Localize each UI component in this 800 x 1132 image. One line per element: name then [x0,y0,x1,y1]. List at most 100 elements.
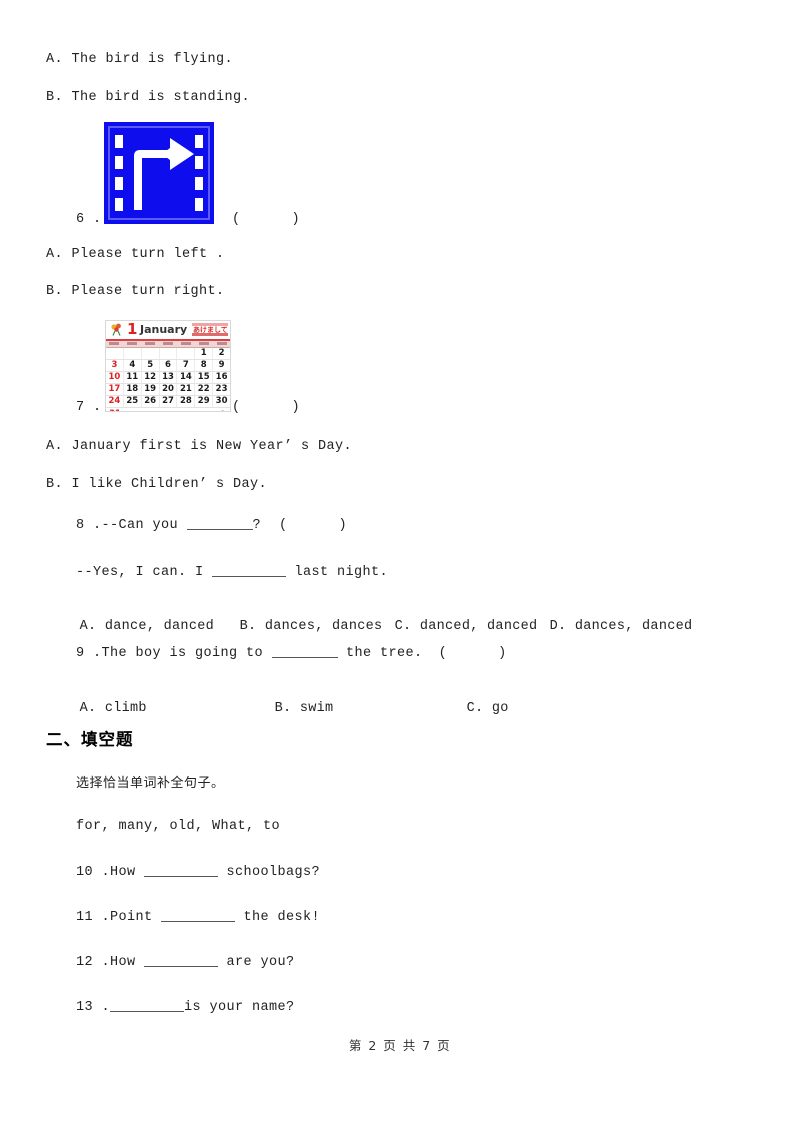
question-9: 9 .The boy is going to the tree. ( ) [76,645,507,661]
option-text: A. January first is New Year’ s Day. [46,439,353,454]
calendar-day: 29 [195,396,214,407]
answer-stem: --Yes, I can. I [76,565,213,580]
answer-blank[interactable] [144,954,219,967]
fill-item-10: 10 .How schoolbags? [76,864,320,880]
calendar-day: 31 [106,408,124,411]
word-bank: for, many, old, What, to [76,819,281,834]
calendar-decoration-icon: あけまして [192,323,228,336]
calendar-month-name: January [140,323,188,336]
choice-d[interactable]: D. dances, danced [550,619,693,634]
calendar-corner-mark: ✎ [218,410,230,412]
answer-blank[interactable] [271,645,338,658]
calendar-day [124,348,142,359]
calendar-day: 23 [215,384,228,394]
fill-item-13: 13 . is your name? [76,999,295,1015]
answer-blank[interactable] [212,564,287,577]
question-stem: --Can you [101,518,187,533]
calendar-day: 5 [142,360,160,371]
fill-stem: How [110,865,145,880]
answer-bracket: ( ) [232,212,301,227]
calendar-day [106,348,124,359]
calendar-day: 1 [195,348,214,359]
question-number: 9 . [76,646,102,661]
answer-bracket: ( ) [279,518,348,533]
svg-text:あけまして: あけまして [193,325,228,334]
calendar-day: 6 [160,360,178,371]
question-stem: The boy is going to [101,646,272,661]
fill-stem-end: are you? [218,955,295,970]
answer-blank[interactable] [110,999,185,1012]
calendar-day: 21 [177,384,196,395]
question-number: 7 . [76,400,102,415]
fill-item-12: 12 .How are you? [76,954,295,970]
calendar-week-row: 10 11 12 13 14 15 16 [106,372,230,384]
calendar-last-row: 31 ✎ [106,408,230,412]
fill-stem-end: is your name? [184,1000,295,1015]
calendar-day: 2 [218,348,225,358]
choice-b[interactable]: B. swim [275,701,467,716]
calendar: 1 January あけまして 1 2 3 4 5 6 7 8 9 10 11 … [105,320,231,412]
question-number: 6 . [76,212,102,227]
calendar-day: 25 [124,396,142,407]
calendar-day [142,348,160,359]
calendar-day: 24 [106,396,124,407]
traffic-sign-image [104,122,214,224]
choice-b[interactable]: B. dances, dances [240,619,395,634]
answer-blank[interactable] [144,864,219,877]
option-text: B. I like Children’ s Day. [46,477,268,492]
calendar-week-row: 17 18 19 20 21 22 23 [106,384,230,396]
question-number: 13 . [76,1000,111,1015]
calendar-day: 12 [142,372,160,383]
option-text: B. Please turn right. [46,284,225,299]
calendar-day: 3 [106,360,124,371]
calendar-day: 13 [160,372,178,383]
calendar-week-row: 3 4 5 6 7 8 9 [106,360,230,372]
question-8: 8 .--Can you ? ( ) [76,517,347,533]
calendar-day: 19 [142,384,160,395]
calendar-day: 26 [142,396,160,407]
calendar-day: 10 [106,372,124,383]
question-stem-end: ? [252,518,262,533]
question-number: 11 . [76,910,111,925]
calendar-day: 16 [215,372,228,382]
section-heading: 二、填空题 [46,730,134,749]
choice-a[interactable]: A. climb [80,701,275,716]
calendar-week-row: 1 2 [106,348,230,360]
blue-turn-right-sign [104,122,214,224]
calendar-day: 14 [177,372,196,383]
calendar-day: 30 [215,396,228,406]
calendar-day: 7 [177,360,196,371]
fill-stem-end: the desk! [235,910,321,925]
calendar-day: 28 [177,396,196,407]
section-instruction: 选择恰当单词补全句子。 [76,776,225,791]
answer-stem-end: last night. [286,565,389,580]
question-8-answer-line: --Yes, I can. I last night. [76,564,388,580]
calendar-day: 4 [124,360,142,371]
calendar-day [160,348,178,359]
calendar-day: 11 [124,372,142,383]
calendar-day: 18 [124,384,142,395]
calendar-header: 1 January あけまして [106,321,230,341]
answer-blank[interactable] [161,909,236,922]
calendar-grid: 1 2 3 4 5 6 7 8 9 10 11 12 13 14 15 16 1… [106,348,230,412]
answer-blank[interactable] [186,517,253,530]
choice-c[interactable]: C. danced, danced [395,619,550,634]
calendar-day: 9 [218,360,225,370]
calendar-day [177,348,196,359]
turn-right-arrow-icon [134,138,194,210]
option-text: A. Please turn left . [46,247,225,262]
question-number: 12 . [76,955,111,970]
fill-stem: How [110,955,145,970]
choice-a[interactable]: A. dance, danced [80,619,240,634]
calendar-week-row: 24 25 26 27 28 29 30 [106,396,230,408]
answer-bracket: ( ) [438,646,507,661]
calendar-day: 27 [160,396,178,407]
calendar-day: 20 [160,384,178,395]
calendar-weekday-row [106,341,230,348]
calendar-day: 15 [195,372,214,383]
calendar-day: 17 [106,384,124,395]
question-9-choices: A. climb B. swim C. go [46,686,776,731]
calendar-footnote [124,410,218,411]
choice-c[interactable]: C. go [467,701,509,716]
option-text: A. The bird is flying. [46,52,234,67]
